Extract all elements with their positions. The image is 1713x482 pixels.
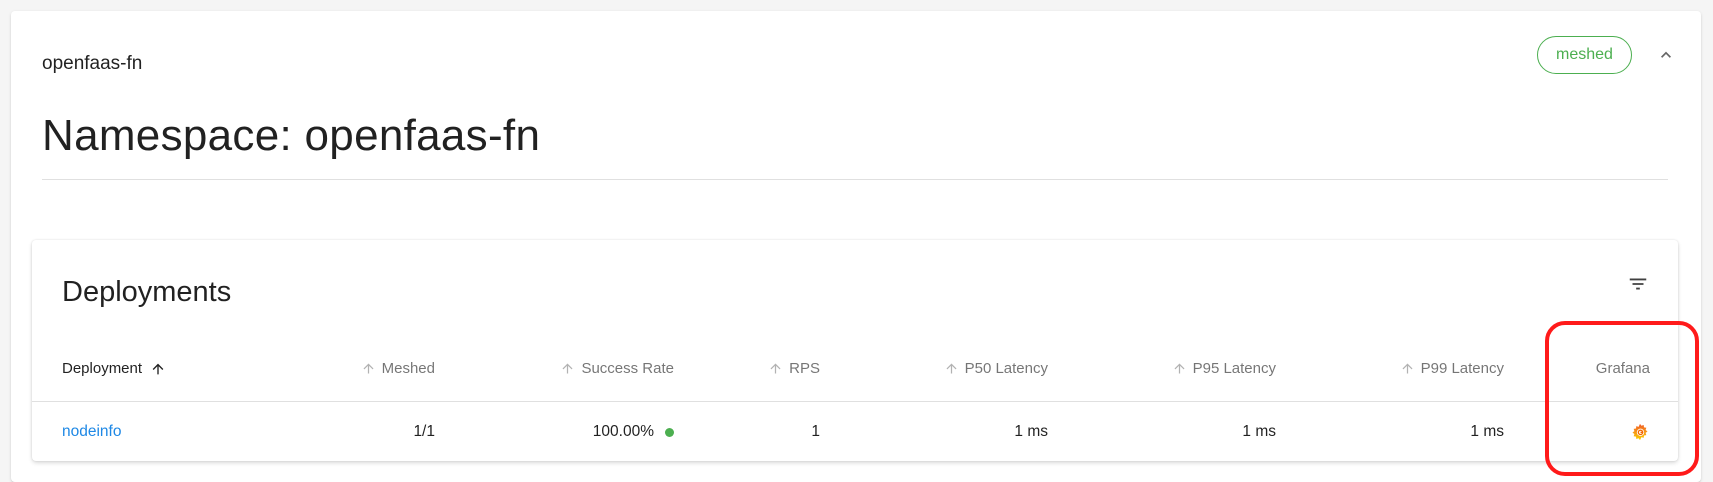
column-header-meshed[interactable]: Meshed [282, 336, 435, 401]
chevron-up-icon [1661, 51, 1671, 58]
column-header-deployment[interactable]: Deployment [62, 336, 166, 401]
cell-p99-latency: 1 ms [1470, 423, 1504, 440]
cell-grafana [1542, 402, 1650, 462]
success-status-dot [665, 427, 674, 437]
collapse-button[interactable] [1654, 43, 1678, 67]
sort-arrow-up-active-icon [150, 361, 166, 377]
column-label-grafana: Grafana [1595, 360, 1650, 377]
deployments-title: Deployments [62, 276, 232, 308]
sort-arrow-up-icon [560, 361, 575, 376]
namespace-card: openfaas-fn meshed Namespace: openfaas-f… [11, 11, 1701, 482]
namespace-card-header: openfaas-fn meshed [11, 11, 1701, 99]
cell-p50-latency: 1 ms [1014, 423, 1048, 440]
column-label-deployment: Deployment [62, 360, 143, 377]
sort-arrow-up-icon [361, 361, 376, 376]
cell-rps: 1 [811, 423, 820, 440]
column-header-p95-latency[interactable]: P95 Latency [1082, 336, 1276, 401]
cell-success-rate: 100.00% [452, 402, 674, 462]
column-header-p99-latency[interactable]: P99 Latency [1312, 336, 1504, 401]
title-divider [42, 179, 1668, 180]
column-label-meshed: Meshed [381, 360, 435, 377]
grafana-icon[interactable] [1630, 422, 1650, 442]
filter-button[interactable] [1624, 270, 1652, 298]
deployments-card: Deployments Deployment Meshed Success Ra… [32, 240, 1678, 461]
column-label-p99-latency: P99 Latency [1420, 360, 1504, 377]
column-label-p50-latency: P50 Latency [964, 360, 1048, 377]
deployment-link[interactable]: nodeinfo [62, 423, 121, 441]
cell-meshed: 1/1 [413, 423, 435, 440]
column-header-success-rate[interactable]: Success Rate [452, 336, 674, 401]
table-header-row: Deployment Meshed Success Rate RPS P50 L… [32, 336, 1678, 402]
meshed-status-badge: meshed [1537, 36, 1632, 74]
sort-arrow-up-icon [944, 361, 959, 376]
namespace-label: openfaas-fn [42, 53, 143, 74]
cell-deployment-name: nodeinfo [62, 402, 121, 462]
cell-p95-latency: 1 ms [1242, 423, 1276, 440]
sort-arrow-up-icon [768, 361, 783, 376]
column-label-success-rate: Success Rate [581, 360, 674, 377]
column-header-p50-latency[interactable]: P50 Latency [852, 336, 1048, 401]
table-row: nodeinfo 1/1 100.00% 1 1 ms 1 ms 1 ms [32, 402, 1678, 462]
success-rate-value: 100.00% [592, 423, 654, 440]
sort-arrow-up-icon [1172, 361, 1187, 376]
sort-arrow-up-icon [1400, 361, 1415, 376]
page-title: Namespace: openfaas-fn [42, 111, 541, 160]
filter-icon [1629, 278, 1647, 290]
deployments-table: Deployment Meshed Success Rate RPS P50 L… [32, 336, 1678, 462]
column-label-p95-latency: P95 Latency [1192, 360, 1276, 377]
column-label-rps: RPS [789, 360, 820, 377]
column-header-grafana: Grafana [1542, 336, 1650, 401]
column-header-rps[interactable]: RPS [692, 336, 820, 401]
